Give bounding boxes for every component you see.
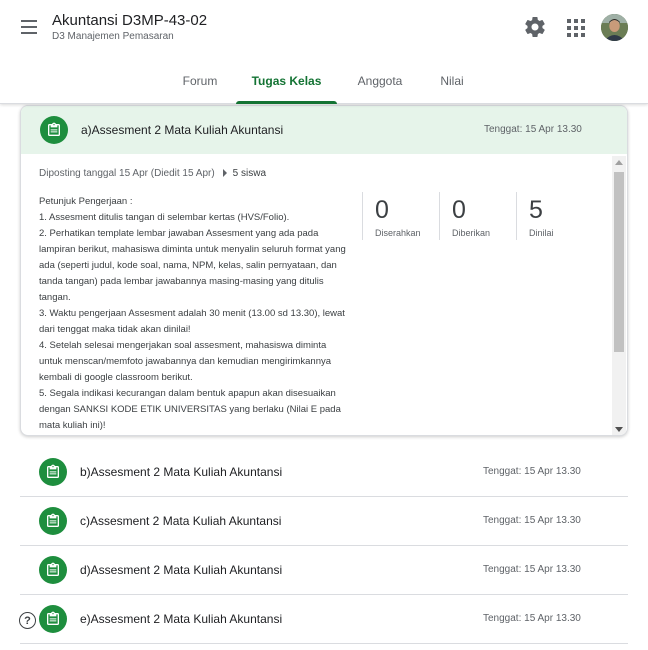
help-icon[interactable]: ? — [19, 612, 36, 629]
due-date: Tenggat: 15 Apr 13.30 — [484, 124, 582, 135]
avatar[interactable] — [601, 14, 628, 41]
tab-anggota[interactable]: Anggota — [346, 58, 414, 104]
assignment-row[interactable]: d)Assesment 2 Mata Kuliah Akuntansi Teng… — [20, 546, 628, 595]
assignment-title: e)Assesment 2 Mata Kuliah Akuntansi — [80, 612, 283, 626]
stat-value: 0 — [375, 196, 389, 224]
arrow-right-icon — [222, 169, 227, 178]
stat-label: Diberikan — [452, 228, 491, 238]
stat-turned-in[interactable]: 0 Diserahkan — [362, 192, 440, 240]
assignment-icon — [39, 507, 67, 535]
students-link[interactable]: 5 siswa — [233, 168, 266, 179]
scroll-up-icon[interactable] — [615, 160, 623, 165]
assignment-row[interactable]: b)Assesment 2 Mata Kuliah Akuntansi Teng… — [20, 448, 628, 497]
scrollbar[interactable] — [612, 156, 626, 435]
assignment-title: d)Assesment 2 Mata Kuliah Akuntansi — [80, 563, 283, 577]
stat-graded[interactable]: 5 Dinilai — [516, 192, 594, 240]
assignment-title: b)Assesment 2 Mata Kuliah Akuntansi — [80, 465, 283, 479]
assignment-icon — [39, 458, 67, 486]
assignment-icon — [39, 556, 67, 584]
app-header: Akuntansi D3MP-43-02 D3 Manajemen Pemasa… — [0, 0, 648, 104]
class-subtitle: D3 Manajemen Pemasaran — [52, 31, 174, 42]
due-date: Tenggat: 15 Apr 13.30 — [483, 466, 581, 477]
tab-nilai[interactable]: Nilai — [428, 58, 476, 104]
assignment-row[interactable]: e)Assesment 2 Mata Kuliah Akuntansi Teng… — [20, 595, 628, 644]
tab-tugas-kelas[interactable]: Tugas Kelas — [236, 58, 337, 104]
due-date: Tenggat: 15 Apr 13.30 — [483, 564, 581, 575]
stat-label: Diserahkan — [375, 228, 421, 238]
scroll-down-icon[interactable] — [615, 427, 623, 432]
due-date: Tenggat: 15 Apr 13.30 — [483, 515, 581, 526]
stat-value: 0 — [452, 196, 466, 224]
scrollbar-thumb[interactable] — [614, 172, 624, 352]
apps-grid-icon[interactable] — [565, 17, 587, 39]
assignment-card-expanded: a)Assesment 2 Mata Kuliah Akuntansi Teng… — [20, 105, 628, 436]
stat-label: Dinilai — [529, 228, 554, 238]
tab-forum[interactable]: Forum — [172, 58, 228, 104]
assignment-row[interactable]: c)Assesment 2 Mata Kuliah Akuntansi Teng… — [20, 497, 628, 546]
gear-icon[interactable] — [523, 15, 547, 39]
posted-date: Diposting tanggal 15 Apr (Diedit 15 Apr) — [39, 168, 215, 179]
assignment-icon — [40, 116, 68, 144]
class-title[interactable]: Akuntansi D3MP-43-02 — [52, 12, 207, 29]
instructions-text: Petunjuk Pengerjaan : 1. Assesment ditul… — [39, 196, 346, 431]
tab-bar: Forum Tugas Kelas Anggota Nilai — [0, 58, 648, 104]
assignment-title: c)Assesment 2 Mata Kuliah Akuntansi — [80, 514, 282, 528]
due-date: Tenggat: 15 Apr 13.30 — [483, 613, 581, 624]
posted-info: Diposting tanggal 15 Apr (Diedit 15 Apr)… — [39, 168, 266, 179]
assignment-title: a)Assesment 2 Mata Kuliah Akuntansi — [81, 123, 284, 137]
assignment-icon — [39, 605, 67, 633]
assignment-header[interactable]: a)Assesment 2 Mata Kuliah Akuntansi Teng… — [21, 106, 627, 154]
stat-value: 5 — [529, 196, 543, 224]
menu-icon[interactable] — [14, 14, 44, 40]
stat-assigned[interactable]: 0 Diberikan — [439, 192, 517, 240]
